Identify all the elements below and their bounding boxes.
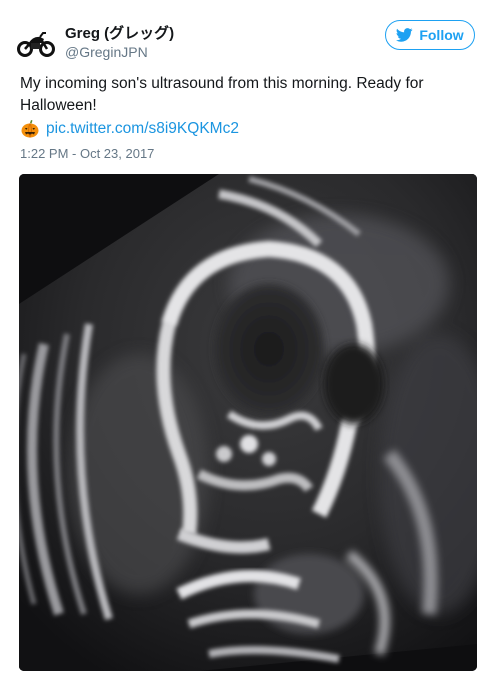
tweet-link-row: pic.twitter.com/s8i9KQKMc2 — [20, 118, 239, 140]
motorcycle-icon — [16, 22, 56, 62]
twitter-bird-icon — [396, 28, 413, 42]
ultrasound-image[interactable] — [19, 174, 477, 671]
display-name[interactable]: Greg (グレッグ) — [65, 22, 174, 43]
follow-button[interactable]: Follow — [385, 20, 475, 50]
follow-button-label: Follow — [419, 27, 464, 43]
media-link[interactable]: pic.twitter.com/s8i9KQKMc2 — [46, 118, 239, 140]
timestamp[interactable]: 1:22 PM - Oct 23, 2017 — [20, 146, 154, 161]
tweet-card: Greg (グレッグ) @GreginJPN Follow My incomin… — [0, 0, 497, 677]
tweet-text: My incoming son's ultrasound from this m… — [20, 73, 460, 117]
avatar[interactable] — [16, 22, 56, 62]
user-handle[interactable]: @GreginJPN — [65, 44, 148, 60]
tweet-text-line-2: Halloween! — [20, 97, 97, 114]
jack-o-lantern-icon — [20, 119, 40, 139]
tweet-text-line-1: My incoming son's ultrasound from this m… — [20, 75, 424, 92]
